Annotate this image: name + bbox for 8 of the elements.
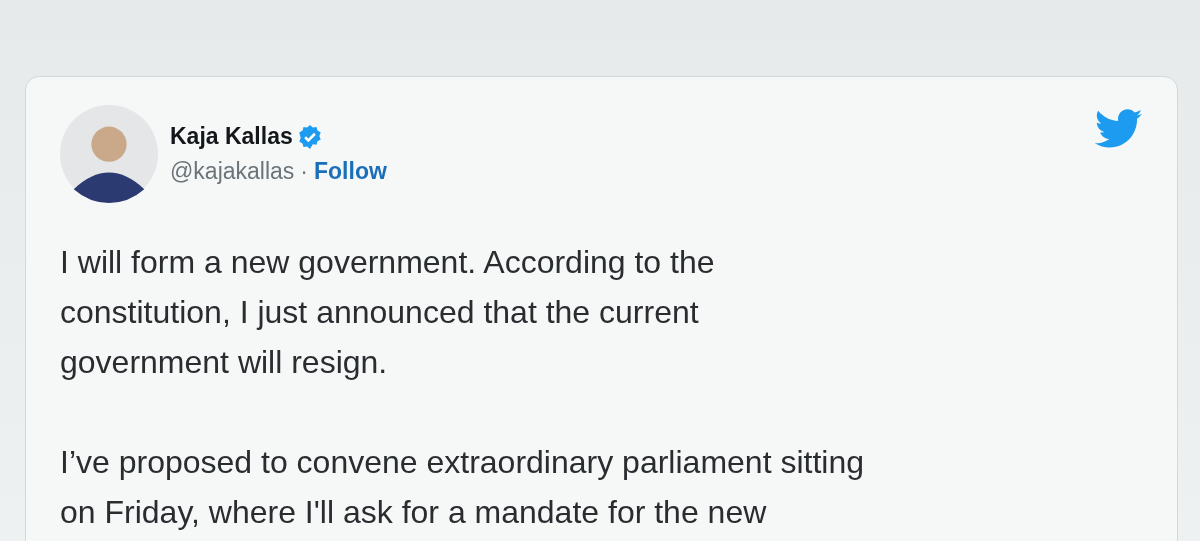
author-handle: @kajakallas (170, 158, 295, 185)
tweet-paragraph: I’ve proposed to convene extraordinary parliament sitting on Friday, where I'll ask for a mandate for the new (60, 443, 865, 532)
follow-link[interactable]: Follow (314, 158, 387, 185)
bird-icon[interactable] (1095, 109, 1143, 149)
tweet-paragraph: I will form a new government. According to the constitution, I just announced that the current government will resign. (60, 243, 716, 382)
avatar-icon (60, 105, 158, 203)
separator-dot: · (300, 158, 308, 185)
author-name: Kaja Kallas (170, 123, 293, 150)
